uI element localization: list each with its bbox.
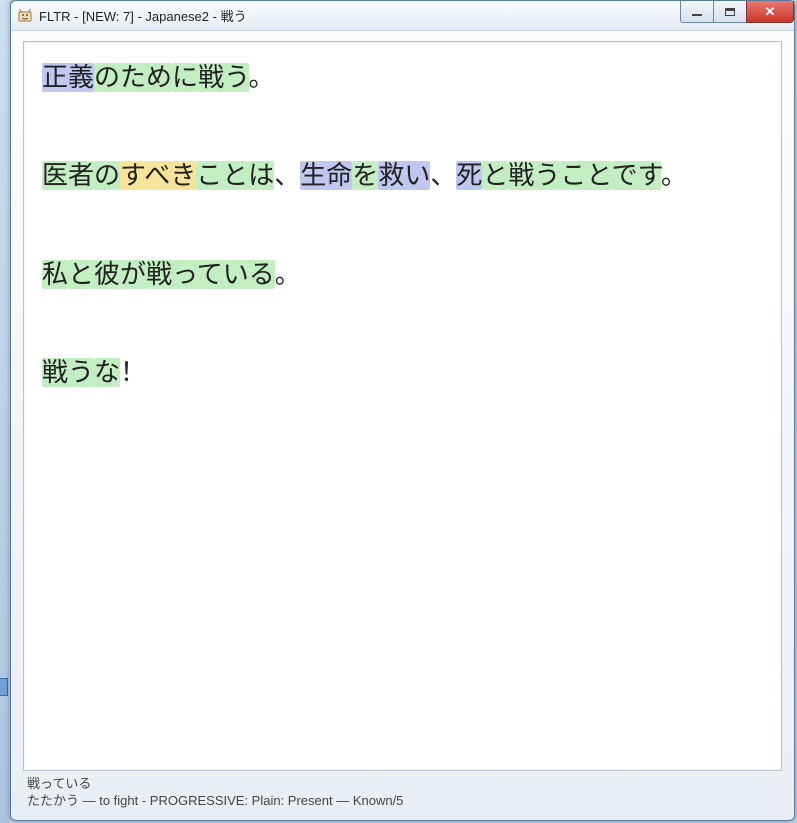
- sentence: 私と彼が戦っている。: [42, 255, 763, 295]
- token[interactable]: 、: [274, 161, 300, 190]
- desktop-notch: [0, 678, 8, 696]
- sentence: 医者のすべきことは、生命を救い、死と戦うことです。: [42, 156, 763, 196]
- window-controls: ✕: [681, 1, 794, 23]
- token[interactable]: の: [94, 161, 120, 190]
- token[interactable]: ！: [120, 358, 146, 387]
- token[interactable]: 正義: [42, 63, 94, 92]
- titlebar[interactable]: FLTR - [NEW: 7] - Japanese2 - 戦う ✕: [11, 1, 794, 31]
- token[interactable]: こと: [560, 161, 611, 190]
- token[interactable]: は: [248, 161, 274, 190]
- status-definition: たたかう — to fight - PROGRESSIVE: Plain: Pr…: [27, 792, 778, 810]
- token[interactable]: に: [172, 63, 198, 92]
- reading-area[interactable]: 正義のために戦う。医者のすべきことは、生命を救い、死と戦うことです。私と彼が戦っ…: [23, 41, 782, 771]
- token[interactable]: 私: [42, 260, 68, 289]
- token[interactable]: です: [612, 161, 661, 190]
- client-area: 正義のために戦う。医者のすべきことは、生命を救い、死と戦うことです。私と彼が戦っ…: [11, 31, 794, 820]
- token[interactable]: 医者: [42, 161, 94, 190]
- token[interactable]: の: [94, 63, 120, 92]
- token[interactable]: 。: [249, 63, 275, 92]
- token[interactable]: 、: [430, 161, 456, 190]
- token[interactable]: 。: [661, 161, 687, 190]
- token[interactable]: 戦う: [42, 358, 94, 387]
- token[interactable]: な: [94, 358, 120, 387]
- token[interactable]: 。: [275, 260, 301, 289]
- sentence: 戦うな！: [42, 353, 763, 393]
- app-window: FLTR - [NEW: 7] - Japanese2 - 戦う ✕ 正義のため…: [10, 0, 795, 821]
- token[interactable]: 戦っている: [146, 260, 275, 289]
- status-bar: 戦っている たたかう — to fight - PROGRESSIVE: Pla…: [23, 771, 782, 816]
- token[interactable]: が: [120, 260, 146, 289]
- status-term: 戦っている: [27, 775, 778, 793]
- token[interactable]: 死: [456, 161, 482, 190]
- app-icon: [17, 8, 33, 24]
- minimize-button[interactable]: [680, 1, 714, 23]
- token[interactable]: 生命: [300, 161, 352, 190]
- token[interactable]: 戦う: [198, 63, 248, 92]
- token[interactable]: と: [68, 260, 94, 289]
- window-title: FLTR - [NEW: 7] - Japanese2 - 戦う: [39, 6, 247, 25]
- token[interactable]: 戦う: [508, 161, 560, 190]
- token[interactable]: 救い: [378, 161, 430, 190]
- token[interactable]: ため: [120, 63, 172, 92]
- maximize-button[interactable]: [713, 1, 747, 23]
- sentence: 正義のために戦う。: [42, 58, 763, 98]
- token[interactable]: べき: [144, 161, 196, 190]
- token[interactable]: を: [352, 161, 378, 190]
- token[interactable]: と: [482, 161, 508, 190]
- token[interactable]: こと: [196, 161, 248, 190]
- desktop-strip: [0, 0, 10, 823]
- token[interactable]: 彼: [94, 260, 120, 289]
- close-button[interactable]: ✕: [746, 1, 794, 23]
- token[interactable]: す: [120, 161, 144, 190]
